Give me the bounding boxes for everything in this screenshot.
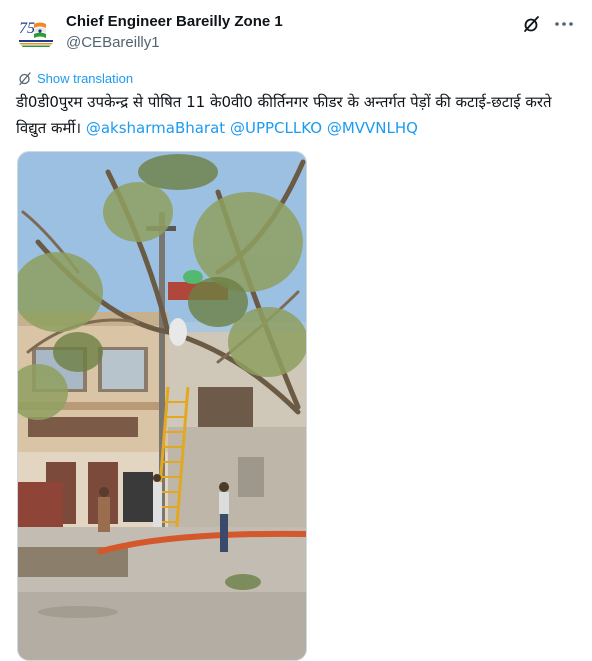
avatar-logo-text: 75 xyxy=(19,20,35,37)
translate-icon xyxy=(19,71,31,85)
azadi-ka-amrit-mahotsav-75-logo: 75 xyxy=(16,12,56,52)
grok-icon xyxy=(524,16,539,32)
photo-workers-tree-trimming xyxy=(18,152,306,660)
tweet-text: डी0डी0पुरम उपकेन्द्र से पोषित 11 के0वी0 … xyxy=(16,89,582,141)
author-names: Chief Engineer Bareilly Zone 1 @CEBareil… xyxy=(66,12,283,53)
author-display-name[interactable]: Chief Engineer Bareilly Zone 1 xyxy=(66,12,283,32)
more-horizontal-icon xyxy=(555,22,573,26)
tweet-photo[interactable] xyxy=(17,151,307,661)
grok-button[interactable] xyxy=(522,14,542,34)
show-translation-link[interactable]: Show translation xyxy=(18,69,133,87)
show-translation-label[interactable]: Show translation xyxy=(37,71,133,86)
more-options-button[interactable] xyxy=(552,14,576,34)
mention-link[interactable]: @MVVNLHQ xyxy=(327,119,418,137)
avatar[interactable]: 75 xyxy=(16,12,56,52)
author-handle[interactable]: @CEBareilly1 xyxy=(66,33,283,53)
mention-link[interactable]: @aksharmaBharat xyxy=(86,119,225,137)
mention-link[interactable]: @UPPCLLKO xyxy=(230,119,322,137)
tweet-header: 75 Chief Engineer Bareilly Zone 1 @CEBar… xyxy=(16,10,576,54)
